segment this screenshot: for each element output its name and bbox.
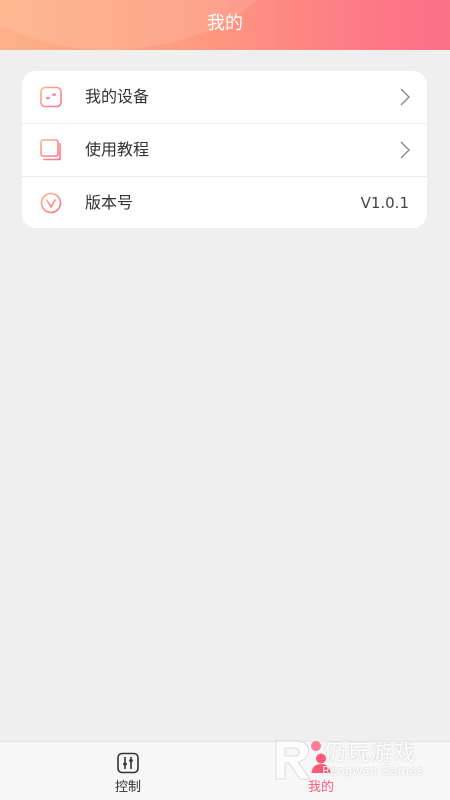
book-icon xyxy=(40,139,61,161)
profile-icon xyxy=(311,753,331,773)
menu-item-tutorial[interactable]: 使用教程 xyxy=(22,124,427,176)
menu-item-version[interactable]: 版本号 V1.0.1 xyxy=(22,177,427,228)
chevron-right-icon xyxy=(400,88,410,106)
tab-label: 控制 xyxy=(114,780,141,795)
menu-item-label: 使用教程 xyxy=(85,140,150,159)
equalizer-icon xyxy=(40,86,62,108)
version-icon xyxy=(40,192,62,214)
menu-item-label: 我的设备 xyxy=(85,87,150,106)
menu-item-label: 版本号 xyxy=(85,193,134,212)
menu-item-my-devices[interactable]: 我的设备 xyxy=(22,71,427,123)
equalizer-icon xyxy=(117,752,139,774)
bottom-tab-bar: 控制 我的 xyxy=(0,741,450,800)
page-title: 我的 xyxy=(207,13,243,34)
tab-control[interactable]: 控制 xyxy=(68,742,188,800)
header-bar: 我的 xyxy=(0,0,450,50)
tab-label: 我的 xyxy=(307,780,334,795)
version-value: V1.0.1 xyxy=(360,194,409,212)
tab-mine[interactable]: 我的 xyxy=(261,742,381,800)
chevron-right-icon xyxy=(400,141,410,159)
profile-page: 我的 我的设备 使用教程 版本号 V1.0.1 控制 我的 仍玩游戏 Rengw… xyxy=(0,0,450,800)
menu-card: 我的设备 使用教程 版本号 V1.0.1 xyxy=(22,71,427,228)
